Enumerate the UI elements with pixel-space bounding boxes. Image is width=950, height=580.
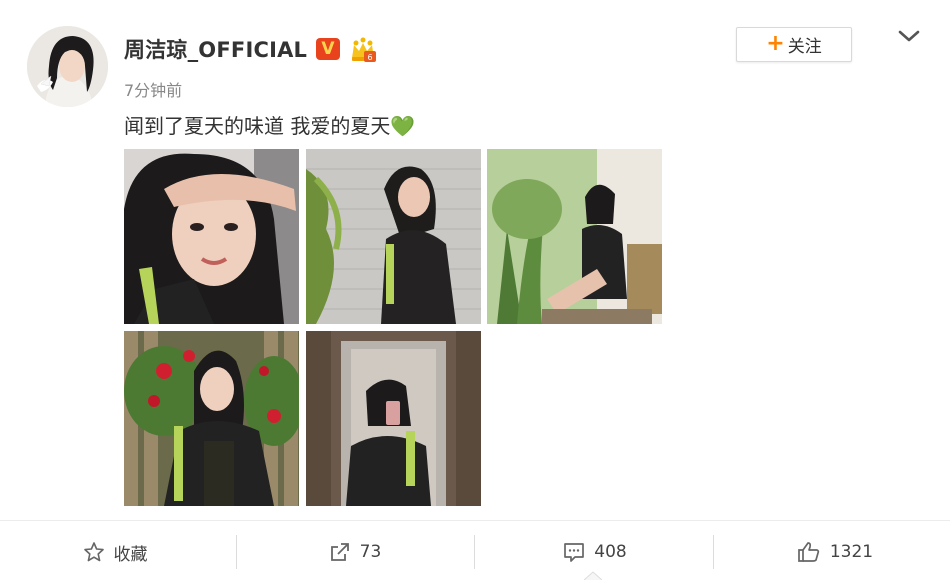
action-divider (236, 535, 237, 569)
chevron-down-icon[interactable] (897, 27, 921, 45)
post-text: 闻到了夏天的味道 我爱的夏天💚 (124, 110, 415, 139)
comment-caret-icon (584, 571, 602, 580)
action-divider (474, 535, 475, 569)
comment-count: 408 (594, 542, 627, 562)
avatar[interactable] (27, 26, 108, 107)
photo-roses-fence (124, 331, 299, 506)
share-icon (330, 543, 349, 561)
like-count: 1321 (829, 542, 874, 562)
avatar-image (27, 26, 108, 107)
action-divider (713, 535, 714, 569)
photo-window-sitting (487, 149, 662, 324)
photo-4[interactable] (124, 331, 299, 506)
crown-member-icon: 6 (352, 37, 376, 62)
post-timestamp[interactable]: 7分钟前 (124, 77, 182, 101)
username[interactable]: 周洁琼_OFFICIAL (124, 34, 307, 64)
photo-brick-wall (306, 149, 481, 324)
star-icon (83, 542, 104, 562)
photo-1[interactable] (124, 149, 299, 324)
favorite-label: 收藏 (113, 544, 148, 565)
photo-2[interactable] (306, 149, 481, 324)
svg-text:6: 6 (367, 53, 372, 62)
post-text-body: 闻到了夏天的味道 我爱的夏天 (124, 114, 391, 138)
photo-selfie-saluting (124, 149, 299, 324)
footer-divider (0, 520, 950, 521)
photo-3[interactable] (487, 149, 662, 324)
verified-badge-icon: V (316, 38, 340, 60)
plus-icon: + (766, 30, 785, 56)
green-heart-emoji: 💚 (390, 114, 416, 138)
photo-elevator-mirror (306, 331, 481, 506)
follow-button-label: 关注 (787, 37, 822, 57)
repost-button[interactable]: 73 (300, 534, 410, 570)
thumbs-up-icon (798, 542, 820, 562)
photo-5[interactable] (306, 331, 481, 506)
like-button[interactable]: 1321 (775, 534, 895, 570)
repost-count: 73 (359, 542, 382, 562)
favorite-button[interactable]: 收藏 (60, 534, 170, 570)
follow-button[interactable]: + 关注 (736, 27, 852, 62)
comment-icon (564, 543, 585, 562)
comment-button[interactable]: 408 (540, 534, 650, 570)
